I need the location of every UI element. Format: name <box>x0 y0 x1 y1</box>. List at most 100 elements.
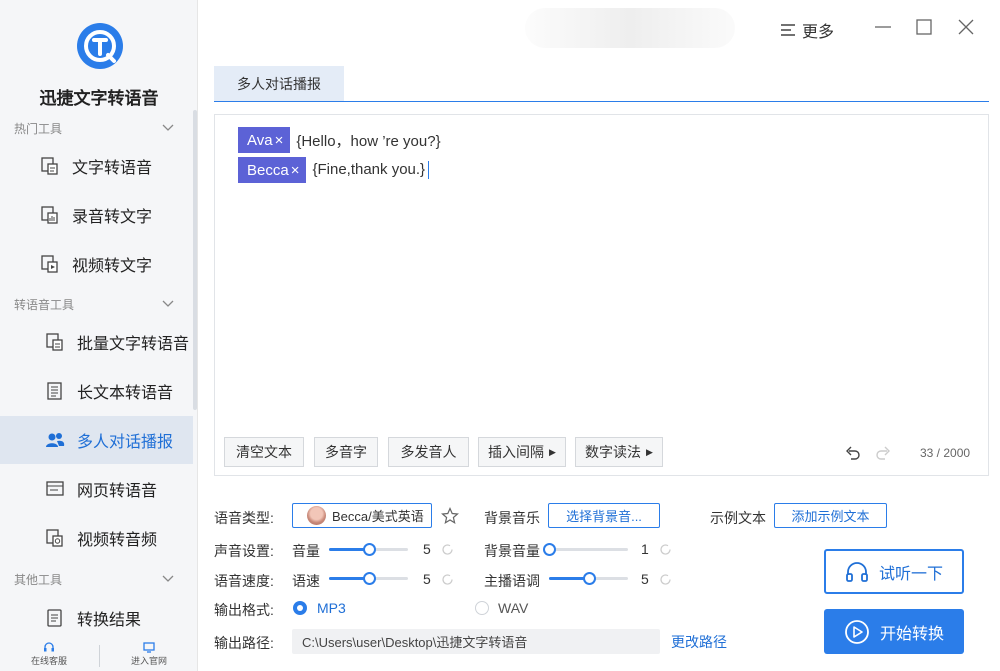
undo-icon[interactable] <box>845 445 861 461</box>
text-caret <box>428 161 430 180</box>
remove-speaker-icon[interactable]: × <box>291 162 300 179</box>
bg-volume-slider[interactable] <box>543 543 628 556</box>
output-path-field[interactable]: C:\Users\user\Desktop\迅捷文字转语音 <box>292 629 660 654</box>
sidebar-item-label: 文字转语音 <box>72 160 153 177</box>
speech-speed-label: 语音速度: <box>214 573 274 589</box>
bg-volume-label: 背景音量 <box>484 543 540 559</box>
reset-icon[interactable] <box>659 543 672 556</box>
batch-text-icon <box>46 333 63 351</box>
video-audio-icon <box>46 529 63 547</box>
start-convert-button[interactable]: 开始转换 <box>824 609 964 654</box>
slider-knob[interactable] <box>543 543 556 556</box>
speaker-tag[interactable]: Ava × <box>238 127 291 153</box>
avatar <box>307 506 326 525</box>
webpage-icon <box>46 481 64 496</box>
dialogue-editor[interactable]: Ava × {Hello，how ’re you?} Becca × {Fine… <box>214 114 989 476</box>
insert-pause-button[interactable]: 插入间隔 ▶ <box>478 437 566 467</box>
mp3-radio[interactable] <box>293 601 307 615</box>
polyphone-button[interactable]: 多音字 <box>314 437 378 467</box>
reset-icon[interactable] <box>441 573 454 586</box>
dialogue-line: Ava × {Hello，how ’re you?} <box>238 127 441 153</box>
play-arrow-icon: ▶ <box>646 446 653 457</box>
reset-icon[interactable] <box>441 543 454 556</box>
audio-doc-icon <box>41 206 58 224</box>
sidebar-item-webpage-tts[interactable]: 网页转语音 <box>0 465 193 513</box>
wav-label[interactable]: WAV <box>498 600 528 616</box>
voice-select[interactable]: Becca/美式英语 <box>292 503 432 528</box>
multi-voice-label: 多发音人 <box>400 444 457 460</box>
sound-settings-label: 声音设置: <box>214 543 274 559</box>
chevron-down-icon[interactable] <box>162 298 174 310</box>
sidebar-item-audio-to-text[interactable]: 录音转文字 <box>0 191 193 239</box>
reset-icon[interactable] <box>659 573 672 586</box>
sidebar: 迅捷文字转语音 热门工具 文字转语音 录音转文字 视频转文字 转语音工具 批量文… <box>0 0 198 671</box>
tab-multi-dialogue[interactable]: 多人对话播报 <box>214 66 344 101</box>
clear-text-label: 清空文本 <box>236 444 292 460</box>
chevron-down-icon[interactable] <box>162 122 174 134</box>
more-button[interactable]: 更多 <box>780 18 834 42</box>
chevron-down-icon[interactable] <box>162 573 174 585</box>
pitch-value: 5 <box>641 571 649 587</box>
slider-knob[interactable] <box>362 572 376 585</box>
speaker-name: Becca <box>247 161 289 179</box>
polyphone-label: 多音字 <box>325 444 367 460</box>
change-path-link[interactable]: 更改路径 <box>671 632 727 652</box>
line-text[interactable]: {Fine,thank you.} <box>312 161 430 180</box>
website-label: 进入官网 <box>130 656 167 666</box>
more-label: 更多 <box>802 24 835 41</box>
mp3-label[interactable]: MP3 <box>317 600 346 616</box>
rate-slider[interactable] <box>329 572 408 585</box>
sidebar-item-video-to-audio[interactable]: 视频转音频 <box>0 514 193 562</box>
divider <box>99 645 100 667</box>
sidebar-item-label: 视频转音频 <box>77 532 158 549</box>
slider-knob[interactable] <box>362 543 376 556</box>
line-text[interactable]: {Hello，how ’re you?} <box>296 130 440 151</box>
sidebar-item-label: 长文本转语音 <box>77 385 174 402</box>
rate-value: 5 <box>423 571 431 587</box>
multi-voice-button[interactable]: 多发音人 <box>388 437 469 467</box>
slider-track <box>549 548 628 551</box>
output-path-label: 输出路径: <box>214 635 274 651</box>
bg-music-label: 背景音乐 <box>484 510 540 526</box>
video-doc-icon <box>41 255 58 273</box>
close-icon[interactable] <box>955 16 977 38</box>
sidebar-item-label: 多人对话播报 <box>77 434 174 451</box>
number-reading-button[interactable]: 数字读法 ▶ <box>575 437 663 467</box>
remove-speaker-icon[interactable]: × <box>275 132 284 149</box>
speaker-name: Ava <box>247 131 273 149</box>
sidebar-item-batch-tts[interactable]: 批量文字转语音 <box>0 318 193 366</box>
add-sample-text-button[interactable]: 添加示例文本 <box>774 503 887 528</box>
try-listen-button[interactable]: 试听一下 <box>824 549 964 594</box>
group-title-hot-tools: 热门工具 <box>14 122 63 136</box>
text-doc-icon <box>41 157 58 175</box>
bg-volume-value: 1 <box>641 541 649 557</box>
sidebar-item-long-text-tts[interactable]: 长文本转语音 <box>0 367 193 415</box>
app-window: 迅捷文字转语音 热门工具 文字转语音 录音转文字 视频转文字 转语音工具 批量文… <box>0 0 1000 671</box>
clear-text-button[interactable]: 清空文本 <box>224 437 304 467</box>
tab-underline <box>214 101 989 102</box>
sidebar-item-label: 批量文字转语音 <box>77 336 190 353</box>
online-service-button[interactable]: 在线客服 <box>19 642 79 667</box>
sidebar-item-multi-dialogue[interactable]: 多人对话播报 <box>0 416 193 464</box>
redo-icon[interactable] <box>875 445 891 461</box>
volume-value: 5 <box>423 541 431 557</box>
volume-label: 音量 <box>292 543 320 559</box>
wav-radio[interactable] <box>475 601 489 615</box>
pitch-slider[interactable] <box>549 572 628 585</box>
website-button[interactable]: 进入官网 <box>119 642 179 667</box>
star-icon[interactable] <box>441 507 459 525</box>
online-service-label: 在线客服 <box>30 656 67 666</box>
slider-knob[interactable] <box>582 572 596 585</box>
sidebar-item-results[interactable]: 转换结果 <box>0 594 193 642</box>
speaker-tag[interactable]: Becca × <box>238 157 307 183</box>
sidebar-item-video-to-text[interactable]: 视频转文字 <box>0 240 193 288</box>
sidebar-item-text-to-speech[interactable]: 文字转语音 <box>0 142 193 190</box>
minimize-icon[interactable] <box>872 16 894 38</box>
sidebar-scrollbar[interactable] <box>193 110 197 410</box>
sidebar-item-label: 视频转文字 <box>72 258 153 275</box>
insert-pause-label: 插入间隔 <box>488 444 545 460</box>
maximize-icon[interactable] <box>913 16 935 38</box>
try-listen-label: 试听一下 <box>878 565 943 583</box>
select-bg-music-button[interactable]: 选择背景音... <box>548 503 660 528</box>
volume-slider[interactable] <box>329 543 408 556</box>
